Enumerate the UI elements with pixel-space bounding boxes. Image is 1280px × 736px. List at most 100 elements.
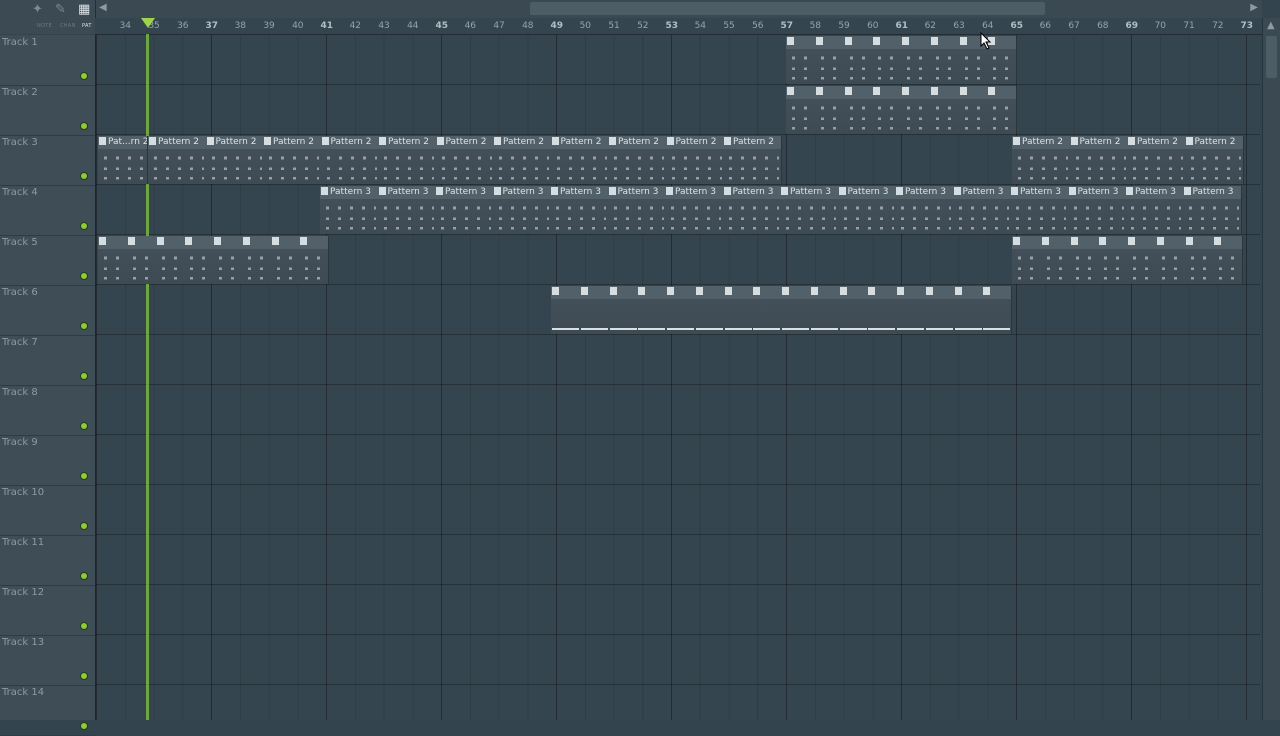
pattern-clip[interactable]: Pattern 2 bbox=[378, 136, 437, 184]
clip-menu-icon[interactable] bbox=[810, 287, 818, 295]
pattern-clip[interactable] bbox=[786, 36, 816, 84]
clip-menu-icon[interactable] bbox=[844, 87, 852, 95]
clip-menu-icon[interactable] bbox=[436, 187, 443, 195]
clip-menu-icon[interactable] bbox=[436, 137, 444, 145]
track-header[interactable]: Track 11 bbox=[0, 535, 95, 586]
vertical-scrollbar[interactable]: ▲ bbox=[1262, 18, 1280, 720]
track-mute-icon[interactable] bbox=[81, 323, 87, 329]
track-header[interactable]: Track 7 bbox=[0, 335, 95, 386]
pattern-clip[interactable] bbox=[1098, 236, 1129, 284]
clip-menu-icon[interactable] bbox=[378, 187, 386, 195]
clip-menu-icon[interactable] bbox=[609, 137, 616, 145]
track-mute-icon[interactable] bbox=[81, 573, 87, 579]
clip-menu-icon[interactable] bbox=[954, 287, 962, 295]
clip-menu-icon[interactable] bbox=[695, 287, 703, 295]
pattern-clip[interactable]: Pattern 2 bbox=[493, 136, 552, 184]
pattern-clip[interactable] bbox=[1069, 236, 1100, 284]
track-header[interactable]: Track 6 bbox=[0, 285, 95, 336]
pattern-clip[interactable]: Pattern 3 bbox=[320, 186, 379, 234]
clip-menu-icon[interactable] bbox=[787, 87, 794, 95]
pattern-clip[interactable]: Pattern 3 bbox=[665, 186, 724, 234]
clip-menu-icon[interactable] bbox=[667, 287, 674, 295]
pattern-clip[interactable]: Pattern 2 bbox=[1012, 136, 1071, 184]
pattern-clip[interactable] bbox=[896, 286, 926, 334]
clip-menu-icon[interactable] bbox=[953, 187, 961, 195]
track-header[interactable]: Track 3 bbox=[0, 135, 95, 186]
clip-menu-icon[interactable] bbox=[902, 87, 909, 95]
pattern-clip[interactable] bbox=[299, 236, 330, 284]
pattern-clip[interactable] bbox=[666, 286, 696, 334]
track-mute-icon[interactable] bbox=[81, 123, 87, 129]
track-header[interactable]: Track 10 bbox=[0, 485, 95, 536]
pattern-clip[interactable]: Pattern 3 bbox=[435, 186, 494, 234]
track-mute-icon[interactable] bbox=[81, 73, 87, 79]
pattern-clip[interactable] bbox=[901, 36, 931, 84]
pattern-clip[interactable]: Pattern 2 bbox=[665, 136, 725, 184]
clip-menu-icon[interactable] bbox=[925, 287, 933, 295]
pattern-clip[interactable] bbox=[843, 86, 874, 134]
pattern-clip[interactable] bbox=[608, 286, 639, 334]
track-mute-icon[interactable] bbox=[81, 223, 87, 229]
pattern-clip[interactable] bbox=[872, 86, 903, 134]
playhead-marker[interactable] bbox=[141, 18, 155, 28]
pattern-clip[interactable]: Pattern 3 bbox=[952, 186, 1012, 234]
pattern-clip[interactable] bbox=[867, 286, 898, 334]
pattern-clip[interactable] bbox=[929, 36, 960, 84]
clip-menu-icon[interactable] bbox=[1185, 237, 1193, 245]
clip-menu-icon[interactable] bbox=[1214, 237, 1222, 245]
clip-menu-icon[interactable] bbox=[321, 137, 329, 145]
track-header[interactable]: Track 8 bbox=[0, 385, 95, 436]
pattern-clip[interactable] bbox=[1127, 236, 1157, 284]
clip-menu-icon[interactable] bbox=[868, 287, 876, 295]
clip-menu-icon[interactable] bbox=[242, 237, 250, 245]
track-mute-icon[interactable] bbox=[81, 723, 87, 729]
clip-menu-icon[interactable] bbox=[379, 137, 386, 145]
pattern-clip[interactable] bbox=[924, 286, 955, 334]
pattern-clip[interactable] bbox=[637, 286, 668, 334]
clip-menu-icon[interactable] bbox=[1011, 187, 1018, 195]
pattern-clip[interactable]: Pattern 2 bbox=[148, 136, 207, 184]
track-header[interactable]: Track 12 bbox=[0, 585, 95, 636]
track-mute-icon[interactable] bbox=[81, 423, 87, 429]
scroll-left-arrow-icon[interactable]: ◀ bbox=[99, 2, 107, 13]
clip-menu-icon[interactable] bbox=[609, 287, 617, 295]
pattern-clip[interactable] bbox=[838, 286, 869, 334]
pattern-clip[interactable] bbox=[241, 236, 272, 284]
horizontal-scroll-thumb[interactable] bbox=[530, 2, 1045, 15]
clip-menu-icon[interactable] bbox=[551, 137, 559, 145]
horizontal-scrollbar[interactable]: ◀ ▶ bbox=[95, 0, 1262, 19]
pattern-clip[interactable] bbox=[694, 286, 725, 334]
pattern-clip[interactable]: Pattern 3 bbox=[1010, 186, 1069, 234]
pattern-clip[interactable] bbox=[901, 86, 931, 134]
clip-menu-icon[interactable] bbox=[206, 137, 214, 145]
pat-mode-label[interactable]: PAT bbox=[82, 23, 92, 29]
pattern-clip[interactable]: Pattern 2 bbox=[608, 136, 667, 184]
pattern-clip[interactable] bbox=[1184, 236, 1215, 284]
clip-menu-icon[interactable] bbox=[666, 187, 673, 195]
clip-menu-icon[interactable] bbox=[988, 87, 996, 95]
pattern-clip[interactable] bbox=[270, 236, 301, 284]
pattern-clip[interactable]: Pattern 2 bbox=[723, 136, 782, 184]
pattern-clip[interactable] bbox=[843, 36, 874, 84]
pattern-clip[interactable] bbox=[579, 286, 610, 334]
pattern-clip[interactable] bbox=[551, 286, 581, 334]
clip-menu-icon[interactable] bbox=[724, 137, 731, 145]
pattern-clip[interactable] bbox=[987, 86, 1018, 134]
clip-menu-icon[interactable] bbox=[1126, 187, 1133, 195]
clip-menu-icon[interactable] bbox=[1068, 187, 1076, 195]
track-header[interactable]: Track 9 bbox=[0, 435, 95, 486]
clip-menu-icon[interactable] bbox=[1183, 187, 1191, 195]
clip-menu-icon[interactable] bbox=[271, 237, 279, 245]
pattern-clip[interactable]: Pattern 3 bbox=[1182, 186, 1242, 234]
clip-menu-icon[interactable] bbox=[300, 237, 308, 245]
pattern-clip[interactable] bbox=[814, 36, 845, 84]
pattern-clip[interactable] bbox=[814, 86, 845, 134]
scroll-up-arrow-icon[interactable]: ▲ bbox=[1267, 20, 1275, 31]
pattern-clip[interactable] bbox=[809, 286, 840, 334]
pattern-clip[interactable] bbox=[126, 236, 157, 284]
track-mute-icon[interactable] bbox=[81, 523, 87, 529]
track-mute-icon[interactable] bbox=[81, 273, 87, 279]
pattern-clip[interactable] bbox=[1213, 236, 1244, 284]
track-header[interactable]: Track 13 bbox=[0, 635, 95, 686]
clip-menu-icon[interactable] bbox=[638, 287, 646, 295]
